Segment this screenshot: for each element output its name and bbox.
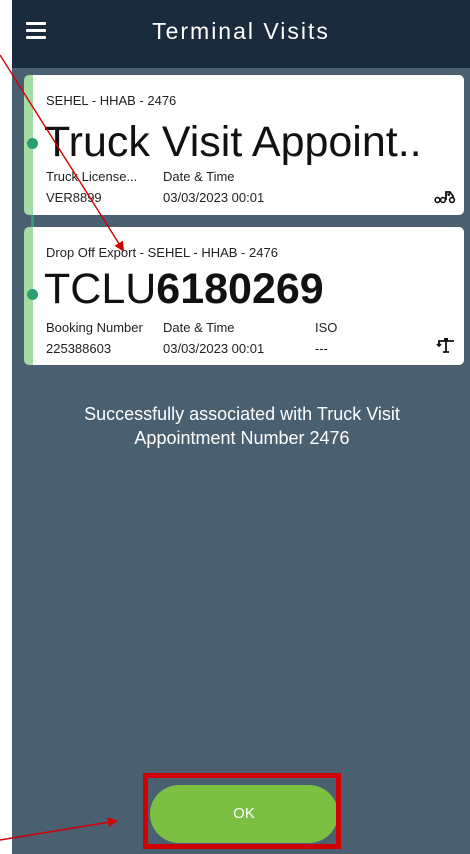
container-number: TCLU6180269 xyxy=(44,265,324,314)
container-prefix: TCLU xyxy=(44,265,157,313)
timeline-dot-container xyxy=(27,289,38,300)
crane-icon xyxy=(436,338,454,353)
container-digits: 6180269 xyxy=(156,265,324,313)
iso-label: ISO xyxy=(315,320,338,335)
visit-title: Truck Visit Appoint.. xyxy=(44,118,422,166)
timeline-dot-visit xyxy=(27,138,38,149)
visit-subtitle: SEHEL - HHAB - 2476 xyxy=(46,93,177,108)
container-card[interactable]: Drop Off Export - SEHEL - HHAB - 2476 TC… xyxy=(24,227,464,365)
page-title: Terminal Visits xyxy=(152,18,330,44)
success-message: Successfully associated with Truck Visit… xyxy=(84,404,400,448)
container-datetime-label: Date & Time xyxy=(163,320,235,335)
visit-datetime-value: 03/03/2023 00:01 xyxy=(163,190,265,205)
container-subtitle: Drop Off Export - SEHEL - HHAB - 2476 xyxy=(46,245,278,260)
booking-number-value: 225388603 xyxy=(46,341,112,356)
annotation-highlight-box xyxy=(143,773,341,849)
app-screen: Terminal Visits SEHEL - HHAB - 2476 Truc… xyxy=(12,0,470,854)
container-datetime-value: 03/03/2023 00:01 xyxy=(163,341,265,356)
visit-datetime-label: Date & Time xyxy=(163,169,235,184)
booking-number-label: Booking Number xyxy=(46,320,143,335)
iso-value: --- xyxy=(315,341,328,356)
truck-license-value: VER8899 xyxy=(46,190,102,205)
truck-icon xyxy=(434,191,456,204)
truck-visit-card[interactable]: SEHEL - HHAB - 2476 Truck Visit Appoint.… xyxy=(24,75,464,215)
truck-license-label: Truck License... xyxy=(46,169,138,184)
top-bar: Terminal Visits xyxy=(12,0,470,68)
